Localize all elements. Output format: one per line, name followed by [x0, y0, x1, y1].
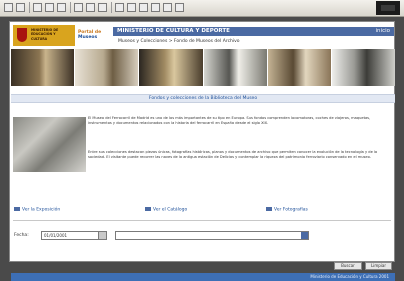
header-bar: MINISTERIO DE CULTURA Y DEPORTE inicio: [113, 27, 394, 36]
gallery-photo[interactable]: [139, 49, 203, 86]
edit-icon[interactable]: [139, 3, 148, 12]
portal-logo[interactable]: Portal de Museos: [78, 30, 110, 44]
stop-icon[interactable]: [33, 3, 42, 12]
divider: [13, 220, 391, 221]
exhibition-link-label: Ver la Exposición: [22, 207, 61, 213]
catalog-link[interactable]: Ver el Catálogo: [145, 207, 187, 213]
browser-logo-icon: [376, 1, 400, 15]
action-links: Ver la Exposición Ver el Catálogo Ver Fo…: [10, 207, 394, 215]
ministry-logo[interactable]: MINISTERIO DE EDUCACIÓN Y CULTURA: [13, 25, 75, 46]
collection-select[interactable]: [115, 231, 309, 240]
header-title: MINISTERIO DE CULTURA Y DEPORTE: [117, 28, 230, 34]
gallery-photo[interactable]: [267, 49, 331, 86]
exhibition-link[interactable]: Ver la Exposición: [14, 207, 60, 213]
clear-button[interactable]: Limpiar: [365, 262, 392, 270]
breadcrumb[interactable]: Museos y Colecciones > Fondo de Museos d…: [118, 39, 240, 44]
date-label: Fecha:: [14, 233, 29, 238]
gallery-photo[interactable]: [203, 49, 267, 86]
back-icon[interactable]: [4, 3, 13, 12]
home-icon[interactable]: [57, 3, 66, 12]
description-paragraph: Entre sus colecciones destacan piezas ún…: [88, 150, 378, 159]
gallery-photo[interactable]: [11, 49, 75, 86]
history-icon[interactable]: [98, 3, 107, 12]
section-title: Fondos y colecciones de la Biblioteca de…: [148, 96, 258, 101]
historical-photo: [13, 117, 86, 172]
home-link[interactable]: inicio: [376, 28, 390, 34]
photos-link-label: Ver Fotografías: [274, 207, 308, 213]
favorites-icon[interactable]: [86, 3, 95, 12]
chevron-down-icon[interactable]: [98, 232, 106, 239]
toolbar-separator: [70, 2, 71, 13]
print-icon[interactable]: [127, 3, 136, 12]
browser-toolbar: [0, 0, 404, 17]
date-select-value: 01/01/2001: [44, 233, 68, 238]
photo-strip: [11, 49, 396, 86]
ministry-name: MINISTERIO DE EDUCACIÓN Y CULTURA: [31, 28, 59, 41]
portal-line-2: Museos: [78, 35, 98, 40]
discuss-icon[interactable]: [151, 3, 160, 12]
coat-of-arms-icon: [17, 28, 27, 42]
toolbar-separator: [29, 2, 30, 13]
gallery-photo[interactable]: [331, 49, 396, 86]
search-button[interactable]: Buscar: [334, 262, 362, 270]
camera-icon: [266, 207, 272, 211]
gallery-photo[interactable]: [75, 49, 139, 86]
messenger-icon[interactable]: [163, 3, 172, 12]
section-header: Fondos y colecciones de la Biblioteca de…: [11, 94, 395, 103]
eye-icon: [14, 207, 20, 211]
refresh-icon[interactable]: [45, 3, 54, 12]
tools-icon[interactable]: [175, 3, 184, 12]
search-icon[interactable]: [74, 3, 83, 12]
book-icon: [145, 207, 151, 211]
catalog-link-label: Ver el Catálogo: [153, 207, 188, 213]
forward-icon[interactable]: [16, 3, 25, 12]
chevron-down-icon[interactable]: [301, 232, 308, 239]
photos-link[interactable]: Ver Fotografías: [266, 207, 308, 213]
intro-paragraph: El Museo del Ferrocarril de Madrid es un…: [88, 116, 371, 125]
mail-icon[interactable]: [115, 3, 124, 12]
page-window: MINISTERIO DE EDUCACIÓN Y CULTURA Portal…: [9, 21, 396, 281]
toolbar-separator: [111, 2, 112, 13]
date-select[interactable]: 01/01/2001: [41, 231, 107, 240]
footer-text: Ministerio de Educación y Cultura 2001: [310, 274, 389, 279]
footer-bar: Ministerio de Educación y Cultura 2001: [11, 273, 395, 281]
